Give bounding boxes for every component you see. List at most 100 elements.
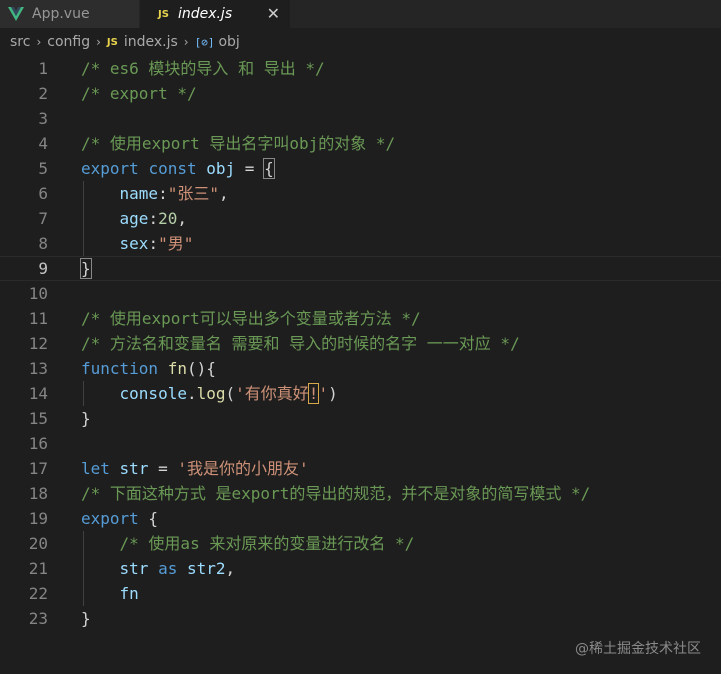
line-number: 17 — [28, 459, 48, 478]
line-code: /* 使用export 导出名字叫obj的对象 */ — [81, 131, 395, 156]
line-code: } — [81, 406, 91, 431]
line-code: function fn(){ — [81, 356, 216, 381]
code-token: str — [119, 459, 149, 478]
code-line[interactable]: 9} — [0, 256, 721, 281]
code-editor[interactable]: 1 /* es6 模块的导入 和 导出 */ 2 /* export */ 3 4 /* 使… — [0, 56, 721, 674]
code-line[interactable]: 4 /* 使用export 导出名字叫obj的对象 */ — [0, 131, 721, 156]
code-line[interactable]: 22 fn — [0, 581, 721, 606]
line-number: 16 — [28, 434, 48, 453]
code-token: ' — [318, 384, 329, 403]
line-number: 11 — [28, 309, 48, 328]
code-line[interactable]: 2 /* export */ — [0, 81, 721, 106]
code-token: ) — [328, 384, 338, 403]
line-code: name:"张三", — [81, 181, 229, 206]
line-code: str as str2, — [81, 556, 236, 581]
code-line[interactable]: 11 /* 使用export可以导出多个变量或者方法 */ — [0, 306, 721, 331]
code-line[interactable]: 3 — [0, 106, 721, 131]
line-number: 6 — [38, 184, 48, 203]
line-number: 9 — [38, 259, 48, 278]
code-token: : — [158, 184, 168, 203]
breadcrumb-src[interactable]: src — [10, 34, 30, 50]
line-code: let str = '我是你的小朋友' — [81, 456, 309, 481]
breadcrumb-config[interactable]: config — [47, 34, 90, 50]
code-line[interactable]: 12 /* 方法名和变量名 需要和 导入的时候的名字 一一对应 */ — [0, 331, 721, 356]
breadcrumb-index-js[interactable]: index.js — [124, 34, 178, 50]
line-code: sex:"男" — [81, 231, 194, 256]
vue-file-icon — [8, 7, 24, 21]
chevron-right-icon: › — [96, 35, 101, 49]
tab-label: App.vue — [32, 6, 90, 22]
code-line[interactable]: 1 /* es6 模块的导入 和 导出 */ — [0, 56, 721, 81]
code-token: } — [81, 609, 91, 628]
code-token: let — [81, 459, 110, 478]
code-token: "男" — [158, 234, 194, 253]
tab-label: index.js — [177, 6, 233, 22]
code-token: , — [225, 559, 236, 578]
code-line[interactable]: 10 — [0, 281, 721, 306]
code-line[interactable]: 14 console.log('有你真好!') — [0, 381, 721, 406]
code-line[interactable]: 7 age:20, — [0, 206, 721, 231]
tab-app-vue[interactable]: App.vue — [0, 0, 140, 28]
line-number: 4 — [38, 134, 48, 153]
code-line[interactable]: 20 /* 使用as 来对原来的变量进行改名 */ — [0, 531, 721, 556]
line-number: 19 — [28, 509, 48, 528]
code-token: { — [138, 509, 159, 528]
code-token: /* 使用as 来对原来的变量进行改名 */ — [119, 534, 415, 553]
code-token: /* export */ — [81, 84, 197, 103]
code-token: log — [196, 384, 226, 403]
code-token: export — [81, 509, 139, 528]
line-code: /* 使用export可以导出多个变量或者方法 */ — [81, 306, 421, 331]
code-token: name — [119, 184, 159, 203]
code-token: age — [119, 209, 149, 228]
code-line[interactable]: 6 name:"张三", — [0, 181, 721, 206]
line-number: 12 — [28, 334, 48, 353]
code-line[interactable]: 19 export { — [0, 506, 721, 531]
code-token: const — [148, 159, 197, 178]
code-token: as — [158, 559, 178, 578]
line-number: 1 — [38, 59, 48, 78]
code-line[interactable]: 8 sex:"男" — [0, 231, 721, 256]
line-number: 13 — [28, 359, 48, 378]
code-token: /* 使用export可以导出多个变量或者方法 */ — [81, 309, 421, 328]
line-code: fn — [81, 581, 139, 606]
code-line[interactable]: 15} — [0, 406, 721, 431]
line-number: 8 — [38, 234, 48, 253]
line-number: 23 — [28, 609, 48, 628]
line-number: 3 — [38, 109, 48, 128]
line-number: 22 — [28, 584, 48, 603]
code-line[interactable]: 5 export const obj = { — [0, 156, 721, 181]
line-number: 18 — [28, 484, 48, 503]
code-line[interactable]: 13 function fn(){ — [0, 356, 721, 381]
code-token: 20 — [158, 209, 178, 228]
code-token: , — [177, 209, 187, 228]
tab-index-js[interactable]: JS index.js ✕ — [140, 0, 290, 28]
code-line[interactable]: 23} — [0, 606, 721, 631]
code-token: ( — [225, 384, 236, 403]
code-token: = — [235, 159, 265, 178]
code-token: '我是你的小朋友' — [177, 459, 309, 478]
line-number: 21 — [28, 559, 48, 578]
line-number: 10 — [28, 284, 48, 303]
code-token: = — [148, 459, 178, 478]
code-token: fn — [167, 359, 187, 378]
breadcrumb-obj[interactable]: obj — [218, 34, 239, 50]
line-code: /* 使用as 来对原来的变量进行改名 */ — [81, 531, 415, 556]
code-line[interactable]: 17 let str = '我是你的小朋友' — [0, 456, 721, 481]
code-token: '有你真好 — [235, 384, 309, 403]
code-line[interactable]: 16 — [0, 431, 721, 456]
editor-tab-bar: App.vue JS index.js ✕ — [0, 0, 721, 28]
breadcrumb: src › config › JS index.js › [⊘] obj — [0, 28, 721, 56]
line-number: 20 — [28, 534, 48, 553]
code-token: : — [148, 234, 159, 253]
close-icon[interactable]: ✕ — [267, 4, 280, 23]
code-line[interactable]: 18 /* 下面这种方式 是export的导出的规范，并不是对象的简写模式 */ — [0, 481, 721, 506]
code-line[interactable]: 21 str as str2, — [0, 556, 721, 581]
